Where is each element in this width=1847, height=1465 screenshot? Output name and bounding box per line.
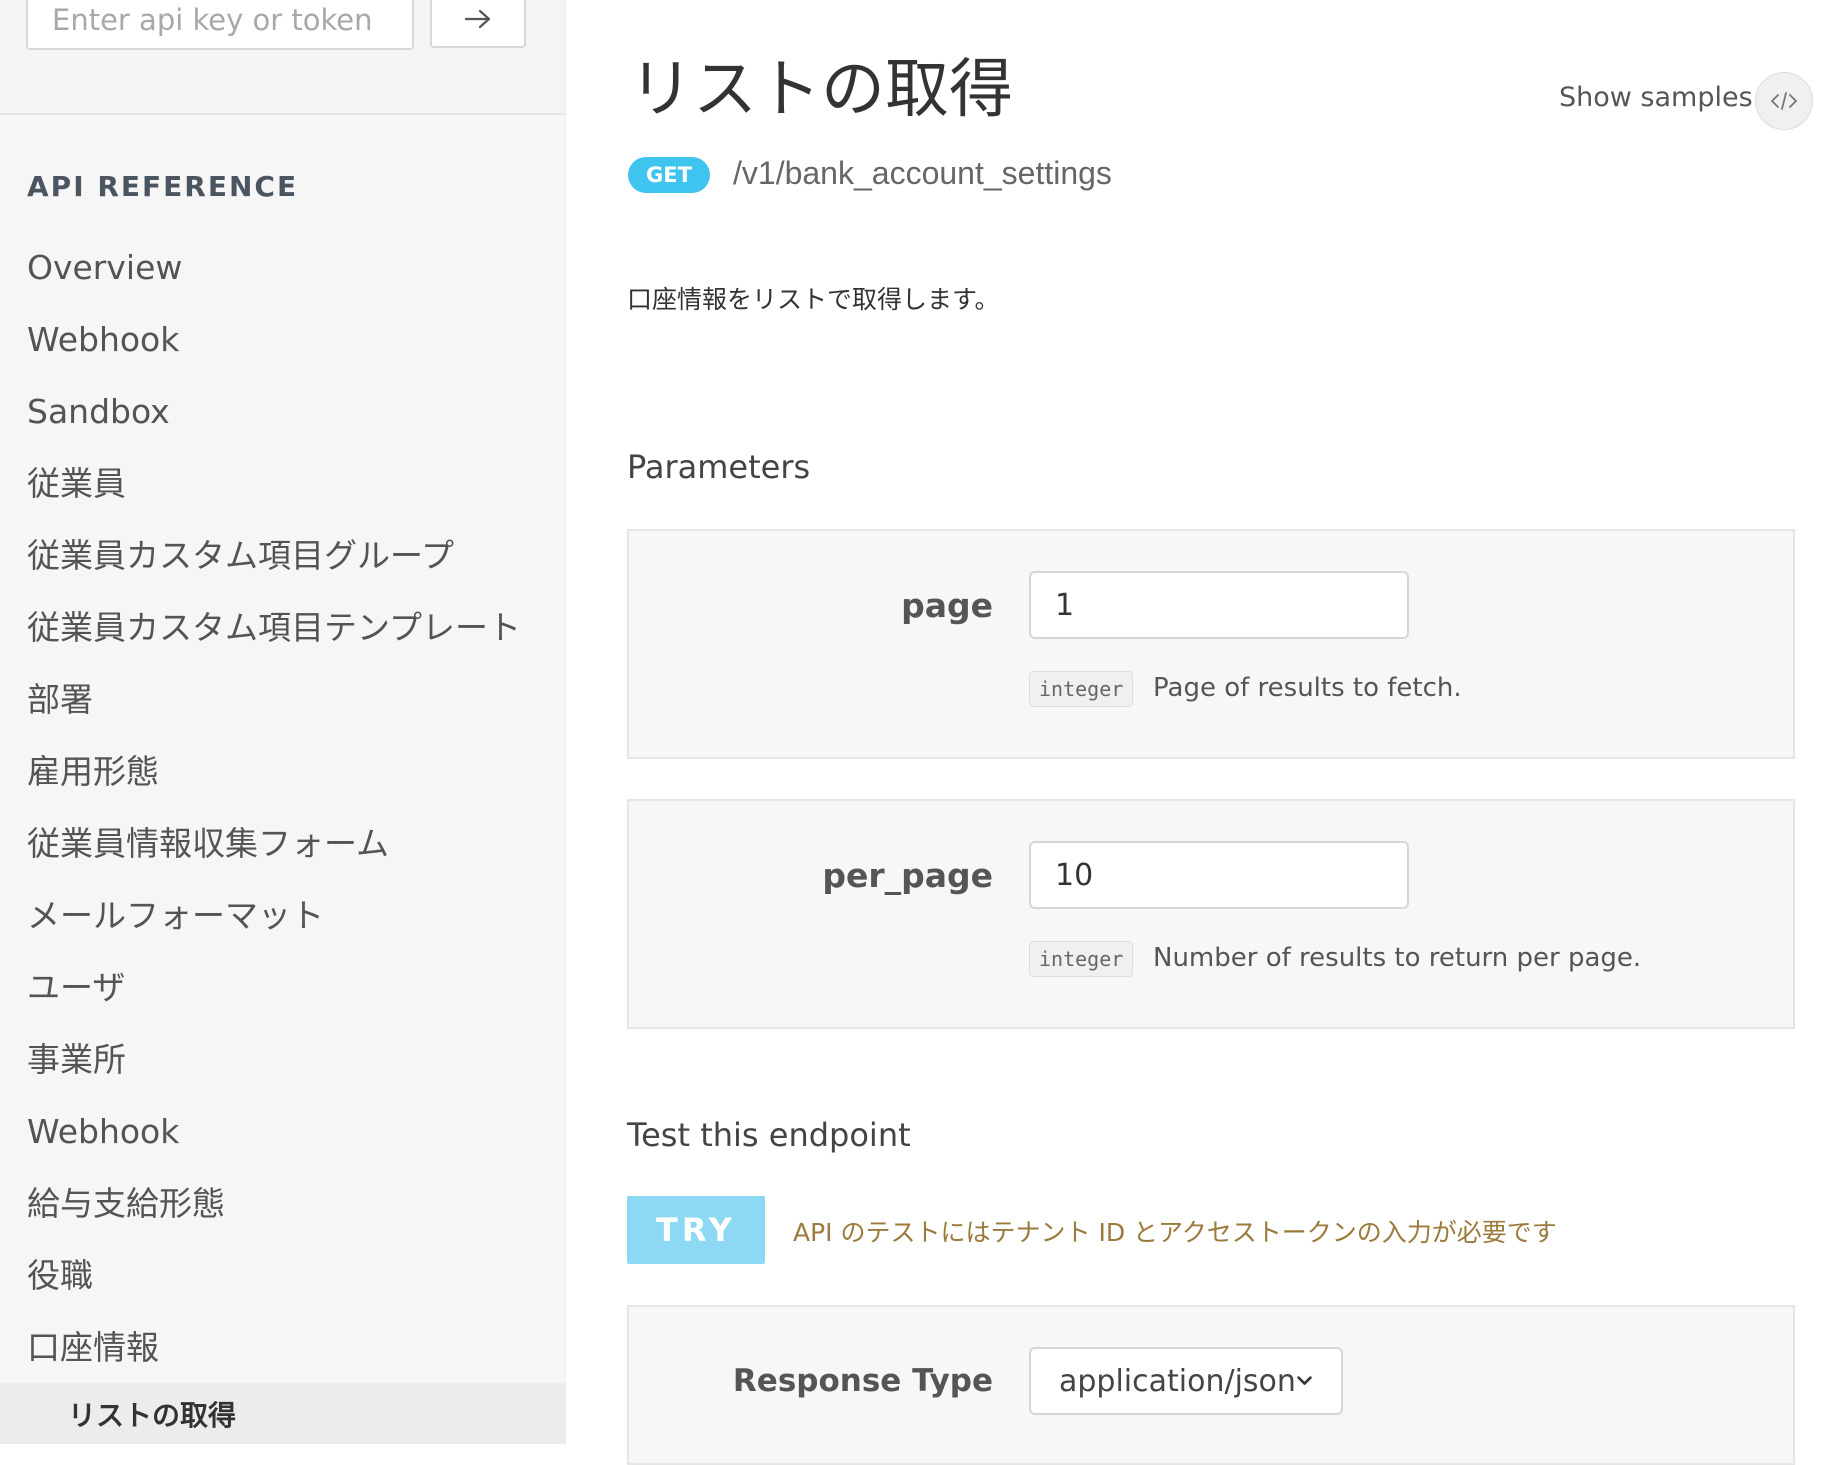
response-type-select[interactable]: application/json bbox=[1029, 1347, 1343, 1415]
per-page-input[interactable] bbox=[1029, 841, 1409, 909]
nav-item-departments[interactable]: 部署 bbox=[0, 664, 565, 736]
endpoint-description: 口座情報をリストで取得します。 bbox=[627, 285, 1000, 314]
nav-item-employees[interactable]: 従業員 bbox=[0, 448, 565, 520]
nav-item-employee-custom-field-templates[interactable]: 従業員カスタム項目テンプレート bbox=[0, 592, 565, 664]
nav-item-employee-info-forms[interactable]: 従業員情報収集フォーム bbox=[0, 808, 565, 880]
param-name: page bbox=[901, 586, 993, 625]
nav-item-sandbox[interactable]: Sandbox bbox=[0, 376, 565, 448]
param-row-per-page: per_page integer Number of results to re… bbox=[627, 799, 1795, 1029]
page-input[interactable] bbox=[1029, 571, 1409, 639]
nav-item-overview[interactable]: Overview bbox=[0, 232, 565, 304]
param-description: Number of results to return per page. bbox=[1153, 943, 1642, 973]
nav-item-users[interactable]: ユーザ bbox=[0, 952, 565, 1024]
param-name: per_page bbox=[822, 856, 993, 895]
nav-item-employment-types[interactable]: 雇用形態 bbox=[0, 736, 565, 808]
test-endpoint-heading: Test this endpoint bbox=[627, 1116, 911, 1154]
param-description: Page of results to fetch. bbox=[1153, 673, 1462, 703]
chevron-down-icon bbox=[1297, 1376, 1312, 1385]
api-key-submit-button[interactable] bbox=[430, 0, 526, 48]
endpoint-path: /v1/bank_account_settings bbox=[733, 155, 1112, 191]
nav-item-mail-formats[interactable]: メールフォーマット bbox=[0, 880, 565, 952]
nav-item-positions[interactable]: 役職 bbox=[0, 1240, 565, 1312]
nav-item-webhook-2[interactable]: Webhook bbox=[0, 1096, 565, 1168]
nav-item-bank-accounts[interactable]: 口座情報 bbox=[0, 1312, 565, 1384]
page-title: リストの取得 bbox=[629, 53, 1013, 127]
show-samples-toggle[interactable] bbox=[1755, 72, 1813, 130]
main-content: リストの取得 Show samples GET /v1/bank_account… bbox=[565, 0, 1847, 1465]
show-samples-label[interactable]: Show samples bbox=[1559, 82, 1753, 113]
parameters-heading: Parameters bbox=[627, 448, 811, 486]
try-requirement-note: API のテストにはテナント ID とアクセストークンの入力が必要です bbox=[793, 1218, 1557, 1247]
param-row-page: page integer Page of results to fetch. bbox=[627, 529, 1795, 759]
param-type-tag: integer bbox=[1029, 671, 1134, 707]
response-type-value: application/json bbox=[1059, 1363, 1296, 1399]
nav-item-webhook[interactable]: Webhook bbox=[0, 304, 565, 376]
http-method-badge: GET bbox=[628, 157, 710, 193]
response-type-row: Response Type application/json bbox=[627, 1305, 1795, 1465]
param-type-tag: integer bbox=[1029, 941, 1134, 977]
nav-list: Overview Webhook Sandbox 従業員 従業員カスタム項目グル… bbox=[0, 232, 565, 1384]
api-key-input[interactable] bbox=[26, 0, 414, 50]
nav-item-offices[interactable]: 事業所 bbox=[0, 1024, 565, 1096]
nav-item-pay-types[interactable]: 給与支給形態 bbox=[0, 1168, 565, 1240]
response-type-label: Response Type bbox=[732, 1363, 993, 1399]
api-key-bar bbox=[0, 0, 565, 115]
code-icon bbox=[1771, 92, 1797, 110]
arrow-right-icon bbox=[464, 9, 491, 29]
nav-heading: API REFERENCE bbox=[27, 170, 299, 203]
sidebar: API REFERENCE Overview Webhook Sandbox 従… bbox=[0, 0, 566, 1444]
nav-item-employee-custom-field-groups[interactable]: 従業員カスタム項目グループ bbox=[0, 520, 565, 592]
nav-subitem-list-active[interactable]: リストの取得 bbox=[0, 1383, 565, 1444]
try-button[interactable]: TRY bbox=[627, 1196, 765, 1264]
